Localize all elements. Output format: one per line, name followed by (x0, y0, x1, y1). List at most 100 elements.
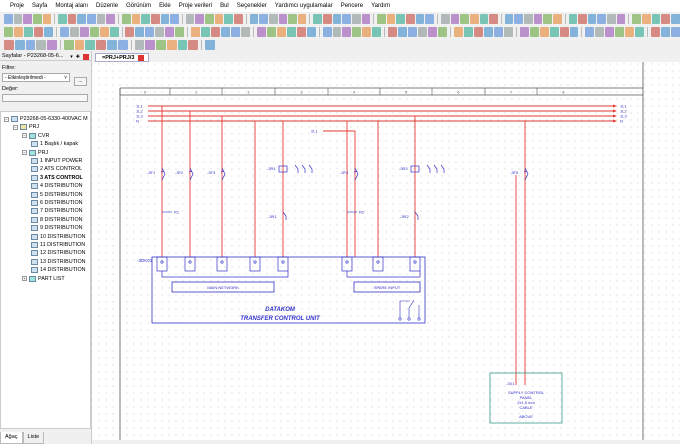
toolbar-button-icon[interactable] (313, 13, 322, 24)
toolbar-button-icon[interactable] (145, 39, 156, 50)
toolbar-button-icon[interactable] (170, 13, 179, 24)
toolbar-button-icon[interactable] (493, 26, 503, 37)
menu-bul[interactable]: Bul (216, 0, 233, 12)
toolbar-button-icon[interactable] (175, 26, 185, 37)
expand-toggle-icon[interactable]: − (13, 124, 18, 130)
toolbar-button-icon[interactable] (276, 26, 286, 37)
toolbar-button-icon[interactable] (372, 26, 382, 37)
tree-item-page[interactable]: 4 DISTRIBUTION (31, 182, 83, 190)
toolbar-button-icon[interactable] (503, 26, 513, 37)
toolbar-button-icon[interactable] (607, 13, 616, 24)
toolbar-button-icon[interactable] (615, 26, 625, 37)
toolbar-button-icon[interactable] (342, 13, 351, 24)
toolbar-button-icon[interactable] (96, 13, 106, 24)
menu-proje[interactable]: Proje (6, 0, 28, 12)
toolbar-button-icon[interactable] (569, 26, 579, 37)
menu-proje-verileri[interactable]: Proje verileri (175, 0, 216, 12)
toolbar-button-icon[interactable] (670, 13, 680, 24)
toolbar-button-icon[interactable] (635, 26, 645, 37)
toolbar-button-icon[interactable] (286, 26, 296, 37)
toolbar-button-icon[interactable] (135, 26, 145, 37)
toolbar-button-icon[interactable] (201, 26, 211, 37)
toolbar-button-icon[interactable] (288, 13, 297, 24)
toolbar-button-icon[interactable] (428, 26, 438, 37)
toolbar-button-icon[interactable] (519, 26, 529, 37)
toolbar-button-icon[interactable] (418, 26, 428, 37)
tree-item-page[interactable]: 8 DISTRIBUTION (31, 216, 83, 224)
tree-item-page[interactable]: 1 INPUT POWER (31, 157, 82, 165)
toolbar-button-icon[interactable] (117, 39, 128, 50)
close-tab-icon[interactable] (138, 54, 145, 61)
toolbar-button-icon[interactable] (332, 13, 342, 24)
toolbar-button-icon[interactable] (23, 26, 33, 37)
dropdown-icon[interactable]: ▾ (70, 52, 73, 62)
toolbar-button-icon[interactable] (89, 26, 99, 37)
toolbar-button-icon[interactable] (306, 26, 316, 37)
toolbar-button-icon[interactable] (460, 13, 469, 24)
toolbar-button-icon[interactable] (483, 26, 493, 37)
toolbar-button-icon[interactable] (597, 13, 607, 24)
toolbar-button-icon[interactable] (568, 13, 578, 24)
toolbar-button-icon[interactable] (131, 13, 141, 24)
toolbar-button-icon[interactable] (322, 26, 332, 37)
menu-duzenle[interactable]: Düzenle (92, 0, 122, 12)
toolbar-button-icon[interactable] (156, 39, 166, 50)
toolbar-button-icon[interactable] (4, 13, 13, 24)
schematic-canvas[interactable]: 0 1 2 3 4 5 6 7 8 -3F1 -3F2 -3F3 -3F4 -3F5 -3R1 -3R1 -3… (92, 62, 680, 440)
menu-yardim[interactable]: Yardım (367, 0, 394, 12)
toolbar-button-icon[interactable] (559, 26, 569, 37)
toolbar-button-icon[interactable] (625, 26, 635, 37)
toolbar-button-icon[interactable] (87, 13, 96, 24)
menu-sayfa[interactable]: Sayfa (28, 0, 51, 12)
menu-secenekler[interactable]: Seçenekler (233, 0, 271, 12)
toolbar-button-icon[interactable] (352, 26, 362, 37)
filter-select[interactable]: - Etkinleştirilmedi - ˅ (2, 73, 70, 82)
toolbar-button-icon[interactable] (85, 39, 96, 50)
expand-toggle-icon[interactable]: − (4, 116, 9, 122)
toolbar-button-icon[interactable] (165, 26, 175, 37)
toolbar-button-icon[interactable] (425, 13, 435, 24)
toolbar-button-icon[interactable] (224, 13, 234, 24)
tree-item-page[interactable]: 5 DISTRIBUTION (31, 191, 83, 199)
toolbar-button-icon[interactable] (632, 13, 641, 24)
toolbar-button-icon[interactable] (408, 26, 418, 37)
toolbar-button-icon[interactable] (13, 26, 23, 37)
toolbar-button-icon[interactable] (296, 26, 306, 37)
toolbar-button-icon[interactable] (504, 13, 514, 24)
toolbar-button-icon[interactable] (415, 13, 425, 24)
toolbar-button-icon[interactable] (641, 13, 651, 24)
toolbar-button-icon[interactable] (234, 13, 243, 24)
toolbar-button-icon[interactable] (109, 26, 119, 37)
toolbar-button-icon[interactable] (489, 13, 498, 24)
toolbar-button-icon[interactable] (469, 13, 479, 24)
toolbar-button-icon[interactable] (214, 13, 224, 24)
toolbar-button-icon[interactable] (195, 13, 205, 24)
toolbar-button-icon[interactable] (67, 13, 77, 24)
toolbar-button-icon[interactable] (141, 13, 150, 24)
menu-pencere[interactable]: Pencere (337, 0, 367, 12)
toolbar-button-icon[interactable] (155, 26, 165, 37)
toolbar-button-icon[interactable] (463, 26, 473, 37)
toolbar-button-icon[interactable] (398, 26, 408, 37)
toolbar-button-icon[interactable] (134, 39, 145, 50)
toolbar-button-icon[interactable] (145, 26, 155, 37)
toolbar-button-icon[interactable] (377, 13, 386, 24)
toolbar-button-icon[interactable] (74, 39, 85, 50)
expand-toggle-icon[interactable]: − (22, 150, 27, 156)
toolbar-button-icon[interactable] (616, 13, 626, 24)
toolbar-button-icon[interactable] (605, 26, 615, 37)
tree-item-page[interactable]: 6 DISTRIBUTION (31, 199, 83, 207)
toolbar-button-icon[interactable] (440, 13, 450, 24)
toolbar-button-icon[interactable] (79, 26, 89, 37)
toolbar-button-icon[interactable] (524, 13, 533, 24)
toolbar-button-icon[interactable] (23, 13, 32, 24)
toolbar-button-icon[interactable] (205, 13, 214, 24)
toolbar-button-icon[interactable] (96, 39, 107, 50)
tree-item-page[interactable]: 11 DISTRIBUTION (31, 241, 85, 249)
toolbar-button-icon[interactable] (514, 13, 524, 24)
expand-toggle-icon[interactable]: − (22, 133, 27, 139)
toolbar-button-icon[interactable] (587, 13, 597, 24)
toolbar-button-icon[interactable] (266, 26, 276, 37)
toolbar-button-icon[interactable] (42, 13, 52, 24)
toolbar-button-icon[interactable] (578, 13, 587, 24)
